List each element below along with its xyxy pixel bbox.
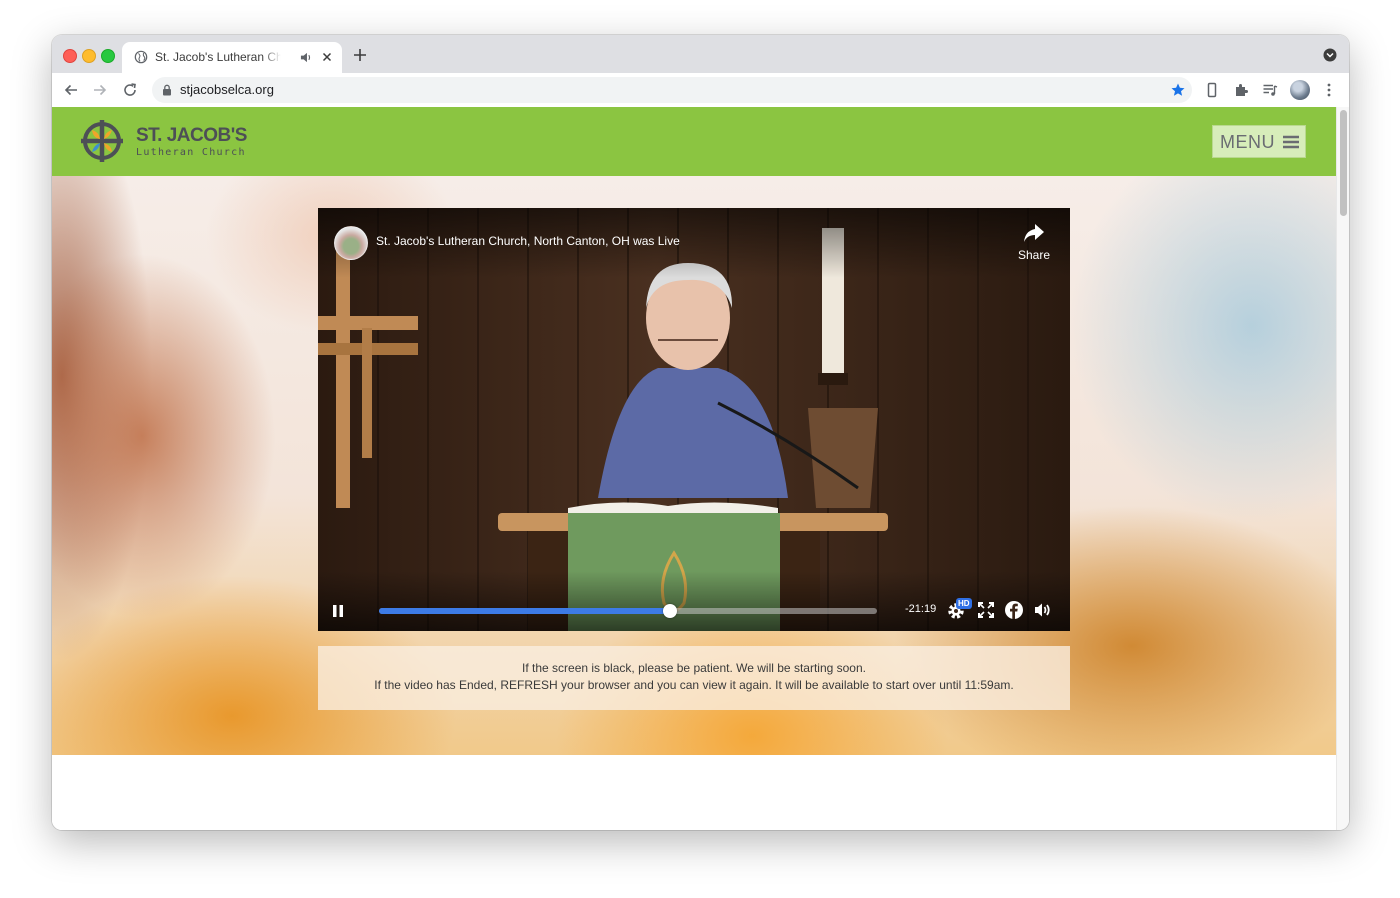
facebook-icon[interactable] (1004, 600, 1024, 620)
volume-icon[interactable] (1033, 600, 1053, 620)
fullscreen-icon[interactable] (976, 600, 996, 620)
globe-icon (134, 50, 148, 64)
puzzle-icon[interactable] (1233, 82, 1249, 98)
media-queue-icon[interactable] (1262, 82, 1278, 98)
site-header: ST. JACOB'S Lutheran Church MENU (52, 107, 1336, 176)
zoom-window-button[interactable] (101, 49, 115, 63)
plus-icon[interactable] (352, 47, 368, 63)
scrollbar-thumb[interactable] (1340, 110, 1347, 216)
share-arrow-icon[interactable] (1022, 222, 1046, 244)
notice-line-2: If the video has Ended, REFRESH your bro… (374, 678, 1014, 692)
speaker-icon[interactable] (300, 51, 313, 64)
hamburger-icon (1283, 135, 1299, 149)
phone-icon[interactable] (1204, 82, 1220, 98)
video-progress-fill (379, 608, 671, 614)
video-progress-bar[interactable] (379, 604, 877, 618)
tab-search-icon[interactable] (1323, 48, 1337, 62)
address-bar[interactable]: stjacobselca.org (152, 77, 1192, 103)
hd-badge: HD (956, 598, 972, 609)
time-remaining: -21:19 (905, 603, 937, 615)
hero-background: St. Jacob's Lutheran Church, North Canto… (52, 176, 1336, 755)
kebab-icon[interactable] (1321, 82, 1337, 98)
channel-avatar[interactable] (334, 226, 368, 260)
stream-notice: If the screen is black, please be patien… (318, 646, 1070, 710)
close-icon[interactable] (320, 50, 334, 64)
pause-icon[interactable] (332, 604, 344, 618)
logo-cross-icon[interactable] (79, 118, 125, 164)
video-title[interactable]: St. Jacob's Lutheran Church, North Canto… (376, 234, 680, 248)
share-button-label[interactable]: Share (1018, 248, 1050, 262)
minimize-window-button[interactable] (82, 49, 96, 63)
menu-label: MENU (1220, 132, 1275, 152)
lock-icon[interactable] (162, 84, 172, 96)
page-viewport: ST. JACOB'S Lutheran Church MENU St. Jac… (52, 107, 1336, 830)
forward-arrow-icon[interactable] (92, 82, 108, 98)
browser-window: St. Jacob's Lutheran Church (52, 35, 1349, 830)
video-player[interactable]: St. Jacob's Lutheran Church, North Canto… (318, 208, 1070, 631)
logo-name[interactable]: ST. JACOB'S (136, 125, 247, 147)
menu-button[interactable]: MENU (1212, 125, 1306, 158)
page-content-area (52, 755, 1336, 830)
star-icon[interactable] (1170, 82, 1186, 98)
tab-title: St. Jacob's Lutheran Church (155, 50, 281, 64)
page-scrollbar[interactable] (1336, 107, 1349, 830)
close-window-button[interactable] (63, 49, 77, 63)
profile-avatar[interactable] (1290, 80, 1310, 100)
reload-icon[interactable] (122, 82, 138, 98)
back-arrow-icon[interactable] (63, 82, 79, 98)
url-text: stjacobselca.org (180, 82, 274, 97)
browser-toolbar: stjacobselca.org (52, 73, 1349, 108)
notice-line-1: If the screen is black, please be patien… (522, 661, 866, 675)
browser-tab-active[interactable]: St. Jacob's Lutheran Church (122, 42, 342, 73)
logo-subtitle: Lutheran Church (136, 147, 246, 158)
tab-bar: St. Jacob's Lutheran Church (52, 35, 1349, 73)
